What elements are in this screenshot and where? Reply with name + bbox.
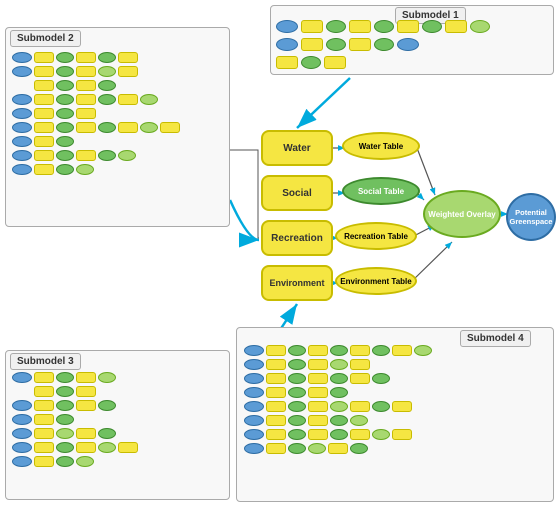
social-table-node: Social Table <box>342 177 420 205</box>
water-table-node: Water Table <box>342 132 420 160</box>
environment-node: Environment <box>261 265 333 301</box>
weighted-overlay-node: Weighted Overlay <box>423 190 501 238</box>
recreation-table-node: Recreation Table <box>335 222 417 250</box>
water-node: Water <box>261 130 333 166</box>
submodel1-nodes <box>276 20 490 33</box>
recreation-node: Recreation <box>261 220 333 256</box>
potential-greenspace-node: Potential Greenspace <box>506 193 556 241</box>
submodel4-nodes <box>244 345 432 454</box>
submodel1-nodes-2 <box>276 38 419 51</box>
submodel2-label: Submodel 2 <box>10 30 81 47</box>
submodel3-label: Submodel 3 <box>10 353 81 370</box>
submodel3-nodes <box>12 372 138 467</box>
submodel4-label: Submodel 4 <box>460 330 531 347</box>
main-canvas: Submodel 1 Submodel 2 <box>0 0 559 506</box>
social-node: Social <box>261 175 333 211</box>
submodel1-nodes-3 <box>276 56 346 69</box>
submodel2-nodes <box>12 52 180 175</box>
environment-table-node: Environment Table <box>335 267 417 295</box>
